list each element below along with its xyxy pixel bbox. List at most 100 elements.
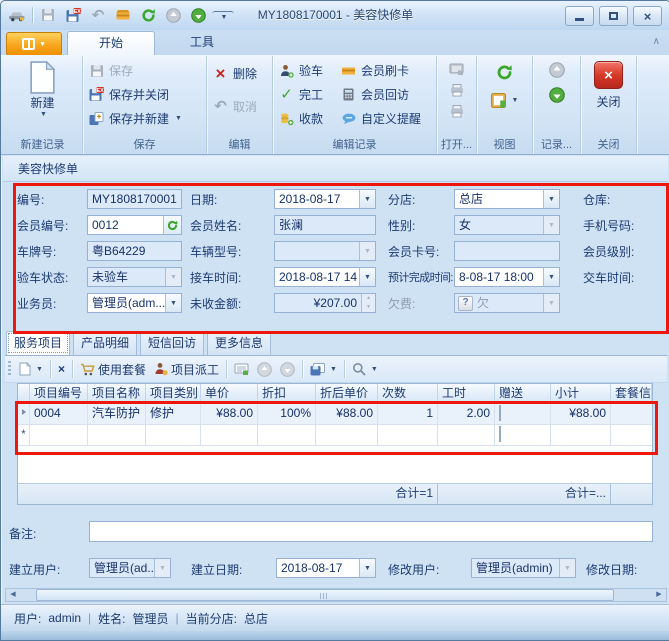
tab-service-items[interactable]: 服务项目 — [6, 331, 70, 355]
delete-button[interactable]: × 删除 — [209, 63, 260, 84]
col-item-name[interactable]: 项目名称 — [88, 384, 146, 403]
col-times[interactable]: 次数 — [378, 384, 438, 403]
print-button[interactable] — [447, 81, 467, 99]
receive-time-field[interactable]: 2018-08-17 14▼ — [274, 267, 376, 287]
cell-item-no[interactable]: 0004 — [30, 404, 88, 424]
cell-discount[interactable]: 100% — [258, 404, 316, 424]
qat-save-close-icon[interactable]: EX — [62, 4, 84, 26]
new-button[interactable]: 新建 ▼ — [12, 58, 74, 118]
tab-product-detail[interactable]: 产品明细 — [73, 331, 137, 355]
est-dropdown-icon[interactable]: ▼ — [543, 268, 559, 286]
search-dropdown-icon[interactable]: ▼ — [371, 366, 378, 373]
cell-item-name[interactable]: 汽车防护 — [88, 404, 146, 424]
created-date-field[interactable]: 2018-08-17▼ — [276, 558, 376, 578]
col-labor-hours[interactable]: 工时 — [438, 384, 495, 403]
add-row-dropdown-icon[interactable]: ▼ — [36, 366, 43, 373]
save-button: 保存 — [85, 60, 185, 81]
created-date-dropdown-icon[interactable]: ▼ — [359, 559, 375, 577]
save-layout-dropdown-icon[interactable]: ▼ — [330, 366, 337, 373]
save-new-button[interactable]: 保存并新建 ▼ — [85, 108, 185, 129]
scrollbar-thumb[interactable] — [36, 589, 614, 601]
cell-unit-price[interactable]: ¥88.00 — [201, 404, 258, 424]
col-discount[interactable]: 折扣 — [258, 384, 316, 403]
add-row-button[interactable]: ▼ — [16, 359, 46, 380]
minimize-button[interactable] — [565, 6, 594, 26]
col-item-no[interactable]: 项目编号 — [30, 384, 88, 403]
cell-discounted-price[interactable]: ¥88.00 — [316, 404, 378, 424]
search-button[interactable]: ▼ — [349, 359, 381, 380]
col-subtotal[interactable]: 小计 — [551, 384, 611, 403]
ribbon-group-record: 记录... — [533, 56, 581, 154]
save-layout-button[interactable]: ▼ — [307, 359, 340, 380]
receive-dropdown-icon[interactable]: ▼ — [359, 268, 375, 286]
salesman-dropdown-icon[interactable]: ▼ — [165, 294, 181, 312]
remarks-input[interactable] — [89, 521, 653, 542]
new-cell[interactable] — [201, 425, 258, 445]
new-cell[interactable] — [316, 425, 378, 445]
col-gift[interactable]: 赠送 — [495, 384, 551, 403]
close-form-button[interactable]: × 关闭 — [583, 58, 634, 110]
new-cell[interactable] — [611, 425, 652, 445]
next-record-button[interactable] — [549, 87, 565, 103]
finish-button[interactable]: ✓ 完工 — [275, 84, 337, 105]
refresh-view-button[interactable] — [493, 62, 516, 82]
new-row[interactable]: * — [18, 425, 652, 446]
save-close-button[interactable]: EX 保存并关闭 — [85, 84, 185, 105]
inspect-car-button[interactable]: 验车 — [275, 60, 337, 81]
app-car-icon[interactable] — [6, 4, 28, 26]
tab-tools[interactable]: 工具 — [159, 31, 245, 55]
table-row[interactable]: 0004 汽车防护 修护 ¥88.00 100% ¥88.00 1 2.00 ¥… — [18, 404, 652, 425]
cell-package-info[interactable] — [611, 404, 652, 424]
plate-field[interactable]: 粤B64229 — [87, 241, 182, 261]
maximize-button[interactable] — [599, 6, 628, 26]
new-cell[interactable] — [551, 425, 611, 445]
new-cell[interactable] — [258, 425, 316, 445]
col-unit-price[interactable]: 单价 — [201, 384, 258, 403]
scroll-left-icon[interactable]: ◀ — [6, 589, 20, 601]
gift-checkbox-focused[interactable] — [499, 426, 501, 442]
gift-checkbox[interactable] — [499, 405, 501, 421]
custom-remind-button[interactable]: 自定义提醒 — [337, 108, 424, 129]
report-button[interactable] — [231, 359, 252, 380]
close-window-button[interactable]: × — [633, 6, 662, 26]
member-refresh-icon[interactable] — [163, 216, 181, 234]
col-discounted-price[interactable]: 折后单价 — [316, 384, 378, 403]
new-cell[interactable] — [146, 425, 201, 445]
print2-button[interactable] — [447, 102, 467, 120]
cell-item-type[interactable]: 修护 — [146, 404, 201, 424]
app-menu-button[interactable]: ▼ — [6, 32, 62, 56]
col-package-info[interactable]: 套餐信息 — [611, 384, 652, 403]
use-package-button[interactable]: 使用套餐 — [77, 359, 149, 380]
tab-home[interactable]: 开始 — [67, 31, 155, 55]
member-swipe-button[interactable]: 会员刷卡 — [337, 60, 424, 81]
cell-labor-hours[interactable]: 2.00 — [438, 404, 495, 424]
collect-payment-button[interactable]: 收款 — [275, 108, 337, 129]
branch-dropdown-icon[interactable]: ▼ — [543, 190, 559, 208]
member-no-field[interactable]: 0012 — [87, 215, 182, 235]
new-cell[interactable] — [88, 425, 146, 445]
cell-times[interactable]: 1 — [378, 404, 438, 424]
scroll-right-icon[interactable]: ▶ — [652, 589, 666, 601]
card-field — [454, 241, 560, 261]
tab-sms-followup[interactable]: 短信回访 — [140, 331, 204, 355]
new-cell-gift[interactable] — [495, 425, 551, 445]
member-visit-button[interactable]: 会员回访 — [337, 84, 424, 105]
new-cell[interactable] — [438, 425, 495, 445]
layout-button[interactable]: ▼ — [488, 90, 522, 110]
new-cell[interactable] — [30, 425, 88, 445]
date-dropdown-icon[interactable]: ▼ — [359, 190, 375, 208]
delete-row-button[interactable]: × — [55, 359, 68, 380]
tab-more-info[interactable]: 更多信息 — [207, 331, 271, 355]
new-cell[interactable] — [378, 425, 438, 445]
branch-field[interactable]: 总店▼ — [454, 189, 560, 209]
salesman-field[interactable]: 管理员(adm...▼ — [87, 293, 182, 313]
row-selector-header — [18, 384, 30, 403]
est-finish-field[interactable]: 8-08-17 18:00▼ — [454, 267, 560, 287]
cell-subtotal[interactable]: ¥88.00 — [551, 404, 611, 424]
date-field[interactable]: 2018-08-17▼ — [274, 189, 376, 209]
cell-gift[interactable] — [495, 404, 551, 424]
horizontal-scrollbar[interactable]: ◀ ▶ — [5, 588, 667, 602]
col-item-type[interactable]: 项目类别 — [146, 384, 201, 403]
collapse-ribbon-icon[interactable]: ∧ — [653, 36, 660, 47]
dispatch-button[interactable]: 项目派工 — [151, 359, 222, 380]
